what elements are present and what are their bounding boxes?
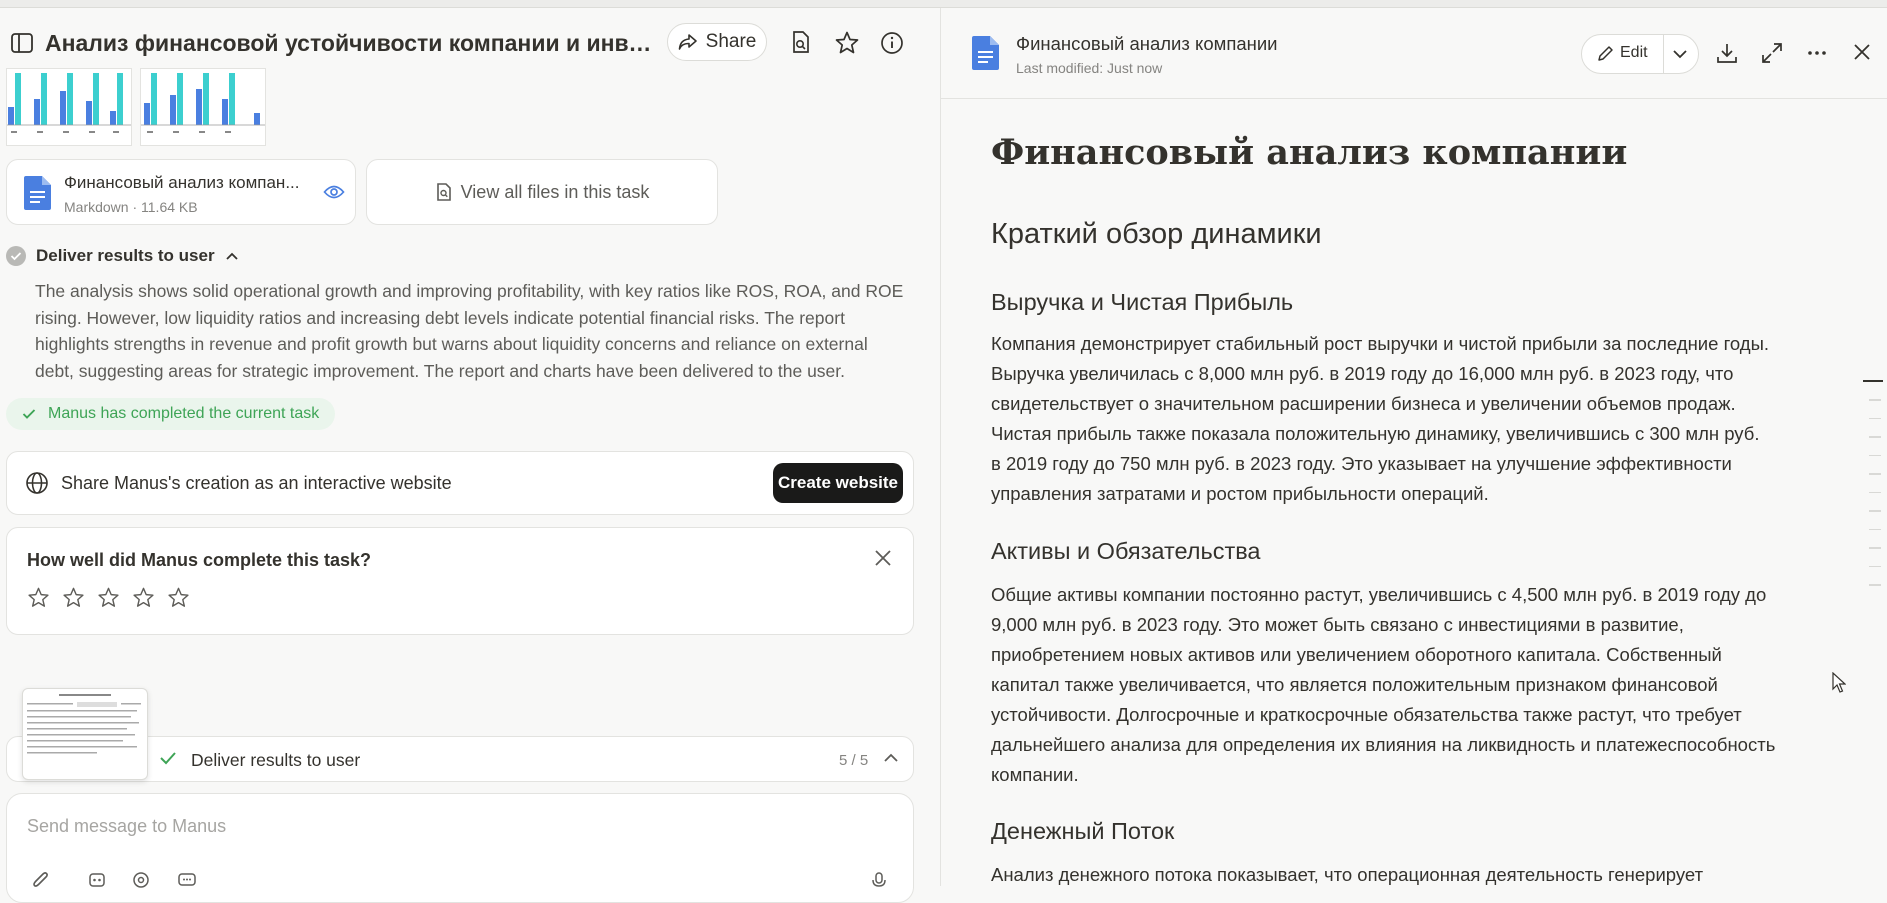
view-all-files-button[interactable]: View all files in this task — [366, 159, 718, 225]
document-icon — [969, 35, 1001, 76]
mouse-cursor-icon — [1832, 671, 1847, 699]
current-step-label: Deliver results to user — [191, 750, 361, 770]
create-website-button[interactable]: Create website — [773, 463, 903, 503]
rating-stars — [27, 586, 190, 609]
integrations-icon[interactable] — [131, 868, 151, 895]
step-count: 5 / 5 — [839, 752, 869, 769]
deliver-heading: Deliver results to user — [36, 246, 215, 265]
paperclip-icon[interactable] — [31, 868, 51, 895]
section-heading: Активы и Обязательства — [991, 538, 1261, 564]
edit-label: Edit — [1620, 44, 1648, 61]
files-icon — [436, 183, 451, 201]
share-website-card: Share Manus's creation as an interactive… — [6, 451, 914, 515]
deliver-summary: The analysis shows solid operational gro… — [35, 281, 904, 381]
task-title: Анализ финансовой устойчивости компании … — [45, 30, 655, 56]
chevron-down-icon[interactable] — [1671, 45, 1689, 68]
robot-icon[interactable] — [87, 868, 107, 895]
share-label: Share — [705, 31, 757, 52]
star-rating-5-icon[interactable] — [167, 586, 190, 609]
share-button[interactable]: Share — [667, 23, 767, 61]
file-search-icon[interactable] — [789, 30, 815, 56]
attachment-name: Финансовый анализ компан... — [64, 173, 300, 192]
deliver-results-toggle[interactable]: Deliver results to user — [6, 246, 239, 266]
check-circle-icon — [6, 246, 26, 266]
check-icon — [159, 750, 177, 771]
microphone-icon[interactable] — [869, 868, 889, 895]
star-favorite-icon[interactable] — [834, 30, 860, 56]
section-heading: Денежный Поток — [991, 818, 1175, 844]
star-rating-3-icon[interactable] — [97, 586, 120, 609]
edit-button-group: Edit — [1581, 34, 1699, 74]
document-icon — [21, 175, 53, 216]
rating-card: How well did Manus complete this task? — [6, 527, 914, 635]
outline-minimap[interactable] — [1863, 380, 1883, 603]
section-heading: Выручка и Чистая Прибыль — [991, 289, 1294, 315]
sidebar-toggle-icon[interactable] — [10, 32, 34, 54]
attachment-card[interactable]: Финансовый анализ компан... Markdown · 1… — [6, 159, 356, 225]
chat-bubble-icon[interactable] — [177, 868, 197, 895]
section-paragraph: Компания демонстрирует стабильный рост в… — [991, 333, 1770, 504]
message-composer: Send message to Manus — [6, 793, 914, 903]
rating-question: How well did Manus complete this task? — [27, 550, 372, 570]
attachment-meta: Markdown · 11.64 KB — [64, 199, 198, 215]
message-input[interactable]: Send message to Manus — [27, 816, 226, 837]
share-website-text: Share Manus's creation as an interactive… — [61, 473, 452, 493]
download-icon[interactable] — [1716, 42, 1738, 69]
check-icon — [22, 409, 36, 419]
completed-label: Manus has completed the current task — [48, 405, 320, 422]
expand-icon[interactable] — [1761, 42, 1783, 69]
chevron-up-icon[interactable] — [883, 751, 899, 769]
document-h1: Финансовый анализ компании — [991, 132, 1628, 173]
eye-preview-icon[interactable] — [323, 184, 345, 205]
document-preview-thumbnail[interactable] — [22, 688, 148, 780]
task-completed-badge: Manus has completed the current task — [6, 398, 336, 430]
globe-icon — [25, 471, 49, 500]
preview-header: Финансовый анализ компании Last modified… — [941, 8, 1887, 99]
view-all-label: View all files in this task — [460, 181, 650, 202]
more-options-icon[interactable] — [1806, 42, 1828, 69]
star-rating-2-icon[interactable] — [62, 586, 85, 609]
window-top-edge — [0, 0, 1887, 8]
info-icon[interactable] — [879, 30, 905, 56]
last-modified: Last modified: Just now — [1016, 60, 1163, 76]
edit-button[interactable]: Edit — [1597, 44, 1648, 62]
document-preview-pane: Финансовый анализ компании Last modified… — [941, 8, 1887, 886]
star-rating-4-icon[interactable] — [132, 586, 155, 609]
chevron-up-icon — [225, 252, 238, 260]
close-preview-icon[interactable] — [1852, 42, 1872, 67]
pencil-icon — [1598, 45, 1613, 61]
close-icon[interactable] — [873, 548, 893, 573]
share-icon — [678, 34, 697, 50]
edit-separator — [1663, 35, 1664, 73]
chart-thumbnail[interactable] — [6, 68, 132, 146]
section-paragraph: Общие активы компании постоянно растут, … — [991, 584, 1776, 785]
star-rating-1-icon[interactable] — [27, 586, 50, 609]
document-h2: Краткий обзор динамики — [991, 218, 1322, 250]
chart-thumbnail[interactable] — [140, 68, 266, 146]
preview-title: Финансовый анализ компании — [1016, 33, 1278, 54]
